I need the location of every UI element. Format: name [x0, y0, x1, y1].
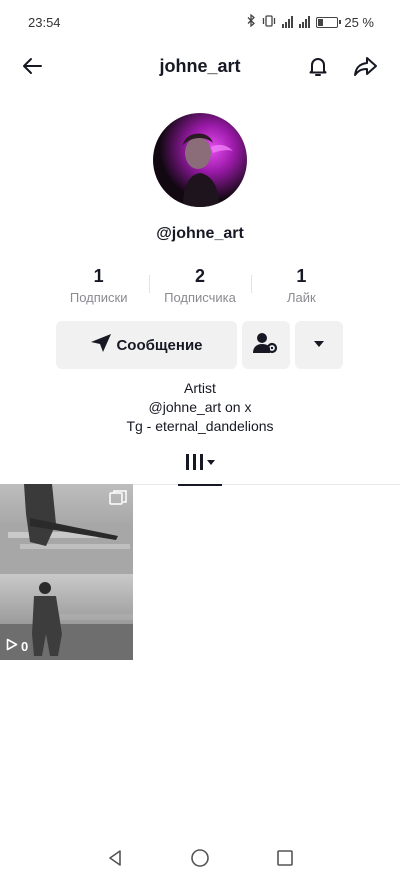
chevron-down-icon [312, 336, 326, 354]
bio-line: @johne_art on x [148, 399, 252, 415]
system-recents-button[interactable] [271, 846, 299, 874]
bell-icon [306, 54, 330, 83]
triangle-back-icon [106, 849, 124, 872]
system-nav [0, 836, 400, 884]
bluetooth-icon [247, 13, 256, 30]
profile-handle: @johne_art [156, 225, 244, 242]
views-count: 0 [21, 638, 29, 654]
content-tabs [0, 443, 400, 486]
more-options-button[interactable] [295, 321, 343, 369]
circle-home-icon [190, 848, 210, 873]
add-friend-icon [253, 331, 279, 360]
send-icon [90, 333, 112, 357]
bio-line: Tg - eternal_dandelions [126, 418, 274, 434]
play-icon [6, 638, 18, 654]
status-icons: 25 % [247, 13, 374, 30]
tab-videos[interactable] [178, 443, 222, 486]
multi-image-icon [109, 490, 127, 511]
battery-icon [316, 16, 342, 28]
stat-followers[interactable]: 2 Подписчика [149, 265, 250, 309]
stat-following-value: 1 [93, 266, 104, 286]
profile-bio: Artist @johne_art on x Tg - eternal_dand… [0, 379, 400, 436]
notifications-button[interactable] [302, 52, 334, 84]
stat-likes-value: 1 [296, 266, 307, 286]
grid-icon [183, 451, 217, 478]
top-nav: johne_art [0, 44, 400, 90]
message-button-label: Сообщение [116, 336, 203, 354]
profile-actions: Сообщение [56, 321, 343, 369]
stat-likes-label: Лайк [286, 290, 316, 305]
battery-percent: 25 % [344, 14, 374, 30]
video-views: 0 [6, 638, 28, 654]
stat-following-label: Подписки [69, 290, 128, 305]
video-thumbnail[interactable]: 0 [0, 484, 133, 660]
stat-followers-label: Подписчика [164, 290, 236, 305]
status-time: 23:54 [28, 15, 61, 30]
stat-following[interactable]: 1 Подписки [48, 265, 149, 309]
system-home-button[interactable] [186, 846, 214, 874]
stat-followers-value: 2 [194, 266, 205, 286]
square-recents-icon [276, 849, 294, 872]
avatar[interactable] [153, 113, 247, 207]
add-friend-button[interactable] [242, 321, 290, 369]
signal-icon-2 [299, 16, 311, 28]
system-back-button[interactable] [101, 846, 129, 874]
page-title: johne_art [159, 56, 241, 76]
share-icon [353, 54, 379, 83]
vibrate-icon [262, 14, 276, 30]
bio-line: Artist [184, 380, 216, 396]
share-button[interactable] [350, 52, 382, 84]
signal-icon [282, 16, 294, 28]
status-bar: 23:54 25 % [0, 0, 400, 44]
profile-stats: 1 Подписки 2 Подписчика 1 Лайк [48, 265, 352, 309]
stat-likes[interactable]: 1 Лайк [250, 265, 352, 309]
message-button[interactable]: Сообщение [56, 321, 237, 369]
